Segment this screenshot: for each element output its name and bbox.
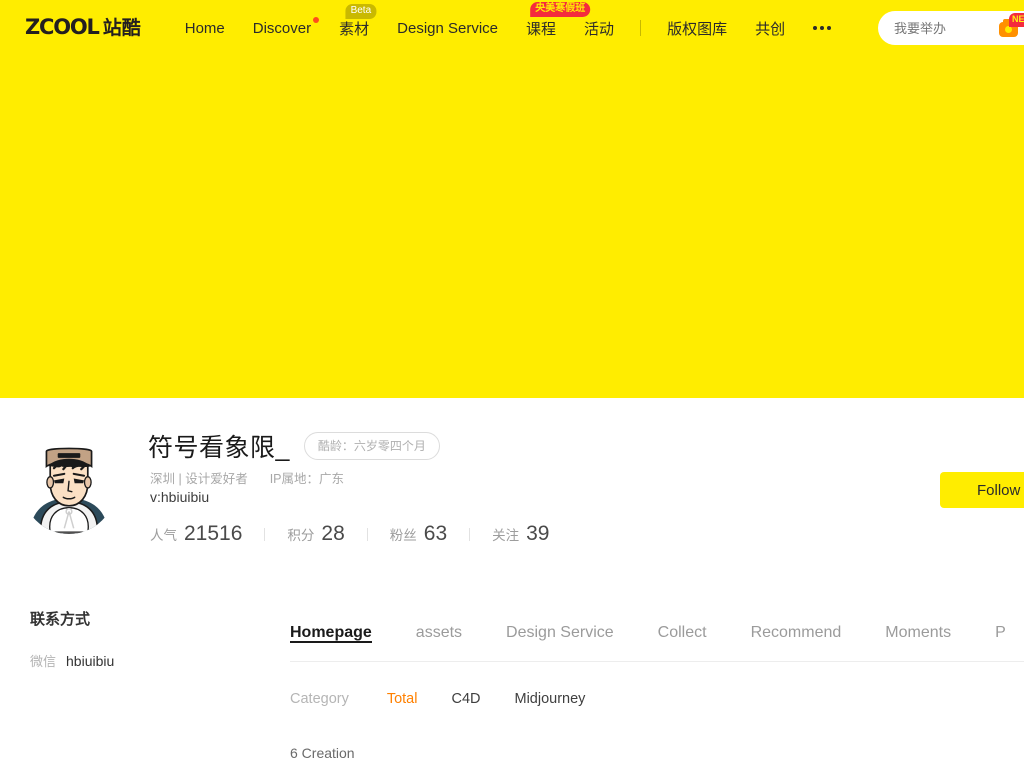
contact-key: 微信	[30, 654, 57, 669]
nav-item-home[interactable]: Home	[171, 0, 239, 56]
nav-label-cocreation: 共创	[755, 20, 786, 38]
filter-label: Category	[290, 691, 349, 707]
zcool-logo[interactable]: ZCOOL 站酷	[25, 16, 141, 40]
nav-label-assets: 素材	[339, 20, 370, 38]
contact-value: hbiuibiu	[66, 652, 115, 669]
nav-label-activities: 活动	[584, 20, 615, 38]
username: 符号看象限_	[148, 434, 290, 462]
stat-label: 关注	[492, 528, 520, 543]
tab-design-service[interactable]: Design Service	[506, 608, 614, 642]
new-badge: NEW	[1009, 13, 1024, 27]
filter-option-c4d[interactable]: C4D	[451, 691, 480, 707]
nav-item-cocreation[interactable]: 共创	[741, 0, 799, 56]
follow-button[interactable]: Follow	[940, 472, 1024, 508]
tab-collect[interactable]: Collect	[658, 608, 707, 642]
nav-item-assets[interactable]: Beta 素材	[325, 0, 383, 56]
filter-option-midjourney[interactable]: Midjourney	[515, 691, 586, 707]
contact-sidebar: 联系方式 微信 hbiuibiu	[0, 608, 280, 670]
profile-contact-line: v:hbiuibiu	[150, 489, 210, 505]
site-header: ZCOOL 站酷 Home Discover Beta 素材 Design Se…	[0, 0, 1024, 56]
nav-item-courses[interactable]: 央美寒假班 课程	[512, 0, 591, 56]
camera-search-button[interactable]: NEW	[998, 13, 1024, 39]
avatar[interactable]	[22, 440, 116, 534]
logo-text-cn: 站酷	[102, 18, 141, 39]
nav-label-discover: Discover	[252, 19, 312, 37]
nav-item-discover[interactable]: Discover	[239, 0, 325, 56]
stat-label: 积分	[287, 528, 315, 543]
profile-meta: 深圳 | 设计爱好者 IP属地：广东	[150, 468, 344, 487]
cool-age-badge: 酷龄：六岁零四个月	[303, 432, 440, 460]
contact-row-wechat: 微信 hbiuibiu	[30, 651, 280, 670]
stat-divider	[469, 527, 471, 541]
notification-dot-icon	[313, 17, 320, 23]
stat-popularity[interactable]: 人气 21516	[150, 522, 242, 546]
tab-homepage[interactable]: Homepage	[290, 608, 372, 643]
nav-label-home: Home	[184, 19, 225, 37]
profile-stats: 人气 21516 积分 28 粉丝 63 关注 39	[150, 522, 549, 546]
stat-value: 39	[526, 522, 550, 545]
nav-item-design-service[interactable]: Design Service	[383, 0, 512, 56]
nav-item-activities[interactable]: 活动	[570, 0, 628, 56]
search-input[interactable]	[894, 20, 986, 36]
stat-value: 63	[423, 522, 448, 545]
profile-banner	[0, 56, 1024, 398]
sidebar-title: 联系方式	[30, 611, 91, 628]
stat-divider	[264, 527, 266, 541]
creation-count: 6 Creation	[290, 745, 355, 761]
category-filter: Category Total C4D Midjourney	[290, 691, 1024, 707]
tab-recommend[interactable]: Recommend	[751, 608, 842, 642]
nav-label-stock-library: 版权图库	[667, 20, 728, 38]
beta-badge: Beta	[345, 4, 377, 19]
content-tabs: Homepage assets Design Service Collect R…	[290, 608, 1024, 662]
nav-label-courses: 课程	[526, 20, 557, 38]
nav-divider	[640, 20, 642, 36]
profile-ip-location: IP属地：广东	[269, 472, 345, 486]
stat-label: 人气	[150, 528, 177, 543]
profile-location: 深圳 | 设计爱好者	[150, 472, 248, 486]
stat-label: 粉丝	[389, 528, 417, 543]
main-nav: Home Discover Beta 素材 Design Service 央美寒…	[171, 0, 845, 56]
tab-moments[interactable]: Moments	[885, 608, 951, 642]
profile-name-row: 符号看象限_ 酷龄：六岁零四个月	[148, 428, 440, 464]
logo-text-en: ZCOOL	[25, 15, 100, 39]
profile-section: 符号看象限_ 酷龄：六岁零四个月 深圳 | 设计爱好者 IP属地：广东 v:hb…	[0, 398, 1024, 598]
stat-divider	[366, 527, 368, 541]
ellipsis-icon	[813, 26, 818, 30]
tab-praise[interactable]: P	[995, 608, 1006, 642]
avatar-image	[22, 440, 116, 534]
stat-value: 28	[321, 522, 345, 545]
nav-item-stock-library[interactable]: 版权图库	[653, 0, 741, 56]
camera-icon-lens	[1005, 26, 1012, 33]
stat-points[interactable]: 积分 28	[287, 522, 344, 546]
search-bar: NEW	[878, 11, 1024, 45]
nav-label-design-service: Design Service	[397, 19, 499, 37]
stat-following[interactable]: 关注 39	[492, 522, 549, 546]
stat-followers[interactable]: 粉丝 63	[390, 522, 447, 546]
profile-content: Homepage assets Design Service Collect R…	[290, 608, 1024, 761]
ellipsis-icon	[827, 26, 832, 30]
nav-more-button[interactable]	[799, 0, 845, 56]
filter-option-total[interactable]: Total	[387, 691, 418, 707]
stat-value: 21516	[184, 522, 243, 545]
tab-assets[interactable]: assets	[416, 608, 462, 642]
ellipsis-icon	[820, 26, 825, 30]
